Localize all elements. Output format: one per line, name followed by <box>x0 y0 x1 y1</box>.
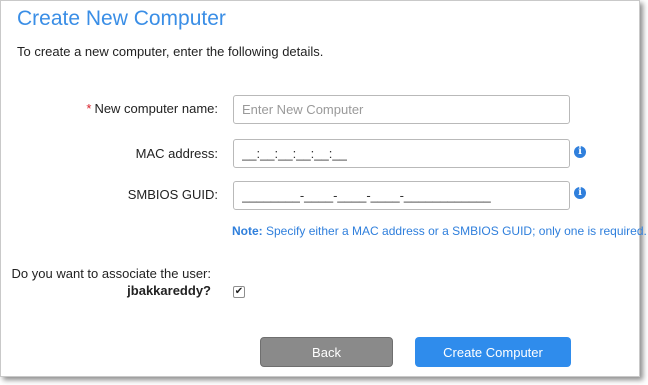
associate-user-question: Do you want to associate the user: <box>11 266 211 281</box>
note-prefix: Note: <box>232 224 263 238</box>
create-computer-dialog: Create New Computer To create a new comp… <box>0 0 647 377</box>
associate-user-label: Do you want to associate the user: jbakk… <box>12 265 211 299</box>
smbios-guid-input[interactable] <box>233 181 570 210</box>
note-text: Specify either a MAC address or a SMBIOS… <box>262 224 647 238</box>
requirement-note: Note: Specify either a MAC address or a … <box>232 224 647 238</box>
mac-address-info-icon[interactable]: i <box>574 146 586 158</box>
mac-address-input[interactable] <box>233 139 570 168</box>
mac-address-label: MAC address: <box>135 146 218 161</box>
dialog-subtitle: To create a new computer, enter the foll… <box>17 44 324 59</box>
computer-name-label: * New computer name: <box>86 101 218 116</box>
computer-name-input[interactable] <box>233 95 570 124</box>
dialog-title: Create New Computer <box>17 7 226 30</box>
back-button[interactable]: Back <box>260 337 393 367</box>
required-asterisk: * <box>86 101 92 116</box>
create-computer-button[interactable]: Create Computer <box>415 337 571 367</box>
associate-user-checkbox[interactable]: ✔ <box>233 286 245 298</box>
computer-name-label-text: New computer name: <box>94 101 218 116</box>
checkmark-icon: ✔ <box>234 286 244 297</box>
smbios-guid-label: SMBIOS GUID: <box>127 187 218 202</box>
associate-username: jbakkareddy? <box>127 283 211 298</box>
smbios-guid-info-icon[interactable]: i <box>574 187 586 199</box>
